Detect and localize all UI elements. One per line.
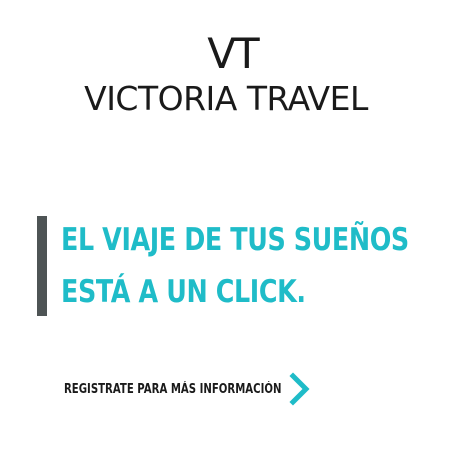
headline-accent-bar [37, 216, 47, 316]
logo-mark: VT [207, 29, 259, 78]
register-cta-link[interactable]: REGISTRATE PARA MÁS INFORMACIÓN [64, 372, 324, 408]
headline-line-2: ESTÁ A UN CLICK. [61, 274, 306, 310]
register-cta-label: REGISTRATE PARA MÁS INFORMACIÓN [64, 382, 282, 397]
headline-line-1: EL VIAJE DE TUS SUEÑOS [61, 222, 409, 258]
page: VT VICTORIA TRAVEL EL VIAJE DE TUS SUEÑO… [0, 0, 465, 466]
chevron-right-icon[interactable] [288, 372, 312, 406]
headline: EL VIAJE DE TUS SUEÑOS ESTÁ A UN CLICK. [61, 214, 409, 318]
brand-name: VICTORIA TRAVEL [84, 79, 368, 118]
